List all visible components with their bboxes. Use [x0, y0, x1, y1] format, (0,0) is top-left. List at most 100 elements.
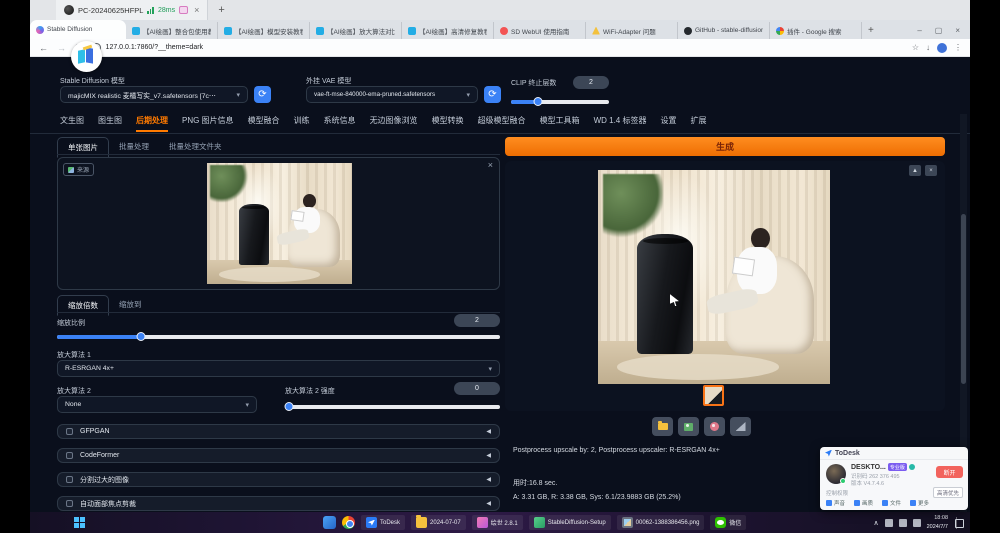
todesk-header[interactable]: ToDesk [820, 447, 968, 460]
browser-profile-avatar[interactable] [937, 43, 947, 53]
generation-time: 用时:16.8 sec. [513, 478, 557, 488]
checkbox[interactable] [66, 452, 73, 459]
bookmark-star-icon[interactable]: ☆ [912, 43, 919, 52]
tab-extensions[interactable]: 扩展 [690, 115, 706, 132]
tab-txt2img[interactable]: 文生图 [60, 115, 84, 132]
save-image-button[interactable] [678, 417, 699, 436]
fullscreen-icon[interactable]: ▲ [909, 165, 921, 176]
scrollbar-thumb[interactable] [961, 214, 966, 384]
tray-icon[interactable] [913, 519, 921, 527]
upscaler2-strength-slider[interactable] [285, 402, 500, 411]
taskbar-item-launcher[interactable]: 绘世 2.8.1 [472, 515, 523, 530]
new-tab-button[interactable]: + [868, 25, 874, 36]
browser-tab[interactable]: GitHub - stable-diffusion-webui [678, 22, 770, 39]
vae-dropdown[interactable]: vae-ft-mse-840000-ema-pruned.safetensors… [306, 86, 478, 103]
generate-button[interactable]: 生成 [505, 137, 945, 156]
browser-tab[interactable]: 【AI绘画】放大算法对比_哔哩哔哩 [310, 22, 402, 39]
send-to-img2img-button[interactable] [704, 417, 725, 436]
forward-icon[interactable]: → [57, 43, 66, 53]
sound-toggle[interactable]: 声音 [826, 499, 845, 507]
taskbar-item-image-file[interactable]: 00062-1388386456.png [617, 515, 705, 530]
accordion-codeformer[interactable]: CodeFormer ◀ [57, 448, 500, 463]
refresh-model-button[interactable]: ⟳ [254, 86, 271, 103]
disconnect-button[interactable]: 断开 [936, 466, 963, 478]
minimize-button[interactable]: – [917, 26, 921, 35]
tab-settings[interactable]: 设置 [660, 115, 676, 132]
back-icon[interactable]: ← [39, 43, 48, 53]
browser-tab[interactable]: SD WebUI 使用指南 [494, 22, 586, 39]
bilibili-favicon [132, 27, 140, 35]
chevron-down-icon: ▾ [245, 401, 249, 409]
file-transfer-button[interactable]: 文件 [882, 499, 901, 507]
taskbar-item-sd-setup[interactable]: StableDiffusion-Setup [529, 515, 611, 530]
tray-icon[interactable] [885, 519, 893, 527]
model-dropdown[interactable]: majicMIX realistic 麦橘写实_v7.safetensors [… [60, 86, 248, 103]
clip-skip-value[interactable]: 2 [573, 76, 609, 89]
tab-model-toolkit[interactable]: 模型工具箱 [540, 115, 580, 132]
taskbar-item-todesk[interactable]: ToDesk [361, 515, 405, 530]
accordion-gfpgan[interactable]: GFPGAN ◀ [57, 424, 500, 439]
browser-tab[interactable]: 【AI绘画】高清修复教程_哔哩哔哩 [402, 22, 494, 39]
quality-toggle[interactable]: 画质 [854, 499, 873, 507]
close-gallery-icon[interactable]: × [925, 165, 937, 176]
result-gallery: ▲ × [505, 161, 945, 411]
send-to-extras-button[interactable] [730, 417, 751, 436]
result-image[interactable] [598, 170, 830, 384]
clear-image-icon[interactable]: × [488, 160, 493, 170]
chrome-icon[interactable] [342, 516, 355, 529]
palette-icon [710, 422, 719, 431]
tab-model-converter[interactable]: 模型转换 [432, 115, 464, 132]
browser-tab[interactable]: WiFi-Adapter 问题 [586, 22, 678, 39]
close-button[interactable]: × [955, 26, 960, 35]
quality-button[interactable]: 高清优先 [933, 487, 963, 498]
checkbox[interactable] [66, 500, 73, 507]
accordion-split-oversized[interactable]: 分割过大的图像 ◀ [57, 472, 500, 487]
maximize-button[interactable]: ▢ [935, 26, 943, 35]
tray-icon[interactable] [899, 519, 907, 527]
scale-ratio-value[interactable]: 2 [454, 314, 500, 327]
tab-wd14-tagger[interactable]: WD 1.4 标签器 [594, 115, 647, 132]
call-icon[interactable] [909, 464, 915, 470]
tab-infinite-browser[interactable]: 无边图像浏览 [370, 115, 418, 132]
accordion-auto-face-crop[interactable]: 自动面部焦点剪裁 ◀ [57, 496, 500, 511]
tab-png-info[interactable]: PNG 图片信息 [182, 115, 234, 132]
tab-img2img[interactable]: 图生图 [98, 115, 122, 132]
start-button[interactable] [74, 517, 85, 528]
browser-tab-active[interactable]: Stable Diffusion [30, 20, 126, 39]
more-options-button[interactable]: 更多 [910, 499, 929, 507]
taskbar-item-wechat[interactable]: 微信 [710, 515, 746, 530]
notification-center-icon[interactable] [956, 517, 964, 529]
tab-system-info[interactable]: 系统信息 [324, 115, 356, 132]
checkbox[interactable] [66, 428, 73, 435]
tab-super-merger[interactable]: 超级模型融合 [478, 115, 526, 132]
clip-skip-slider[interactable] [511, 97, 609, 106]
tray-expand-icon[interactable]: ∧ [873, 519, 878, 527]
tab-train[interactable]: 训练 [294, 115, 310, 132]
task-view-icon[interactable] [323, 516, 336, 529]
upscaler2-strength-value[interactable]: 0 [454, 382, 500, 395]
file-icon [882, 500, 888, 506]
open-folder-button[interactable] [652, 417, 673, 436]
refresh-vae-button[interactable]: ⟳ [484, 86, 501, 103]
url-input[interactable]: 127.0.0.1:7860/?__theme=dark [106, 44, 204, 51]
collapse-icon: ◀ [486, 500, 491, 507]
browser-tab[interactable]: 【AI绘画】整合包使用教程_哔哩哔哩 [126, 22, 218, 39]
gallery-thumbnail-selected[interactable] [703, 385, 724, 406]
source-image-dropzone[interactable]: 来源 × [57, 157, 500, 290]
browser-menu-icon[interactable]: ⋮ [954, 43, 962, 52]
download-icon[interactable]: ↓ [926, 43, 930, 52]
upscaler2-dropdown[interactable]: None ▾ [57, 396, 257, 413]
taskbar-item-folder[interactable]: 2024-07-07 [411, 515, 466, 530]
browser-tab[interactable]: 插件 - Google 搜索 [770, 22, 862, 39]
browser-tab[interactable]: 【AI绘画】模型安装教程_哔哩哔哩 [218, 22, 310, 39]
scale-ratio-slider[interactable] [57, 332, 500, 341]
new-session-button[interactable]: + [218, 4, 224, 16]
tab-checkpoint-merger[interactable]: 模型融合 [248, 115, 280, 132]
clock[interactable]: 18:08 2024/7/7 [927, 514, 948, 531]
close-session-icon[interactable]: × [194, 5, 199, 15]
checkbox[interactable] [66, 476, 73, 483]
clock-date: 2024/7/7 [927, 523, 948, 531]
upscaler1-dropdown[interactable]: R-ESRGAN 4x+ ▾ [57, 360, 500, 377]
tab-extras[interactable]: 后期处理 [136, 115, 168, 132]
remote-session-tab[interactable]: PC-20240625HFPL 28ms × [56, 0, 208, 20]
